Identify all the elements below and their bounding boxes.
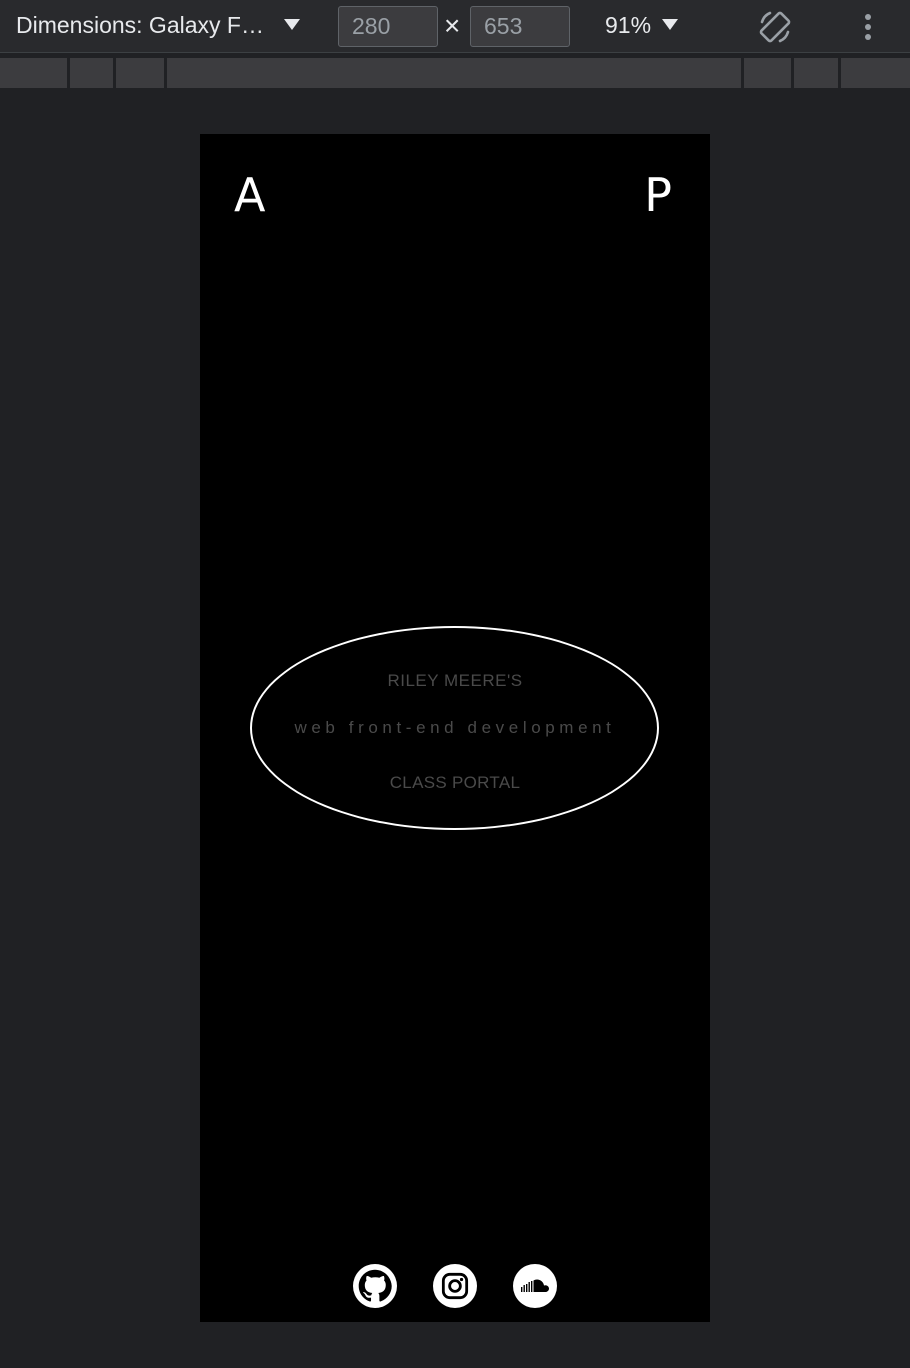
github-icon	[358, 1269, 392, 1302]
media-query-bar[interactable]	[0, 58, 910, 88]
media-query-divider	[791, 58, 794, 88]
rotate-icon[interactable]	[756, 8, 794, 46]
github-link[interactable]	[353, 1264, 397, 1308]
media-query-divider	[67, 58, 70, 88]
nav-letter-right[interactable]: P	[644, 168, 672, 222]
title-portal: CLASS PORTAL	[389, 773, 521, 792]
media-query-divider	[838, 58, 841, 88]
media-query-divider	[164, 58, 167, 88]
times-symbol: ×	[444, 10, 461, 41]
height-input[interactable]: 653	[470, 6, 570, 47]
media-query-divider	[741, 58, 744, 88]
instagram-link[interactable]	[433, 1264, 477, 1308]
device-viewport: A P RILEY MEERE'S web front-end developm…	[200, 134, 710, 1322]
width-input[interactable]: 280	[338, 6, 438, 47]
dimensions-dropdown[interactable]: Dimensions: Galaxy F…	[16, 12, 264, 39]
soundcloud-link[interactable]	[513, 1264, 557, 1308]
zoom-dropdown[interactable]: 91%	[605, 12, 651, 39]
device-toolbar: Dimensions: Galaxy F… 280 × 653 91%	[0, 0, 910, 53]
dimensions-caret-icon[interactable]	[284, 19, 300, 30]
nav-letter-left[interactable]: A	[234, 168, 265, 222]
title-owner: RILEY MEERE'S	[387, 671, 523, 690]
media-query-divider	[113, 58, 116, 88]
instagram-icon	[441, 1272, 469, 1300]
soundcloud-icon	[521, 1279, 549, 1292]
title-subject: web front-end development	[294, 718, 616, 737]
zoom-caret-icon[interactable]	[662, 19, 678, 30]
more-options-icon[interactable]	[858, 12, 878, 42]
